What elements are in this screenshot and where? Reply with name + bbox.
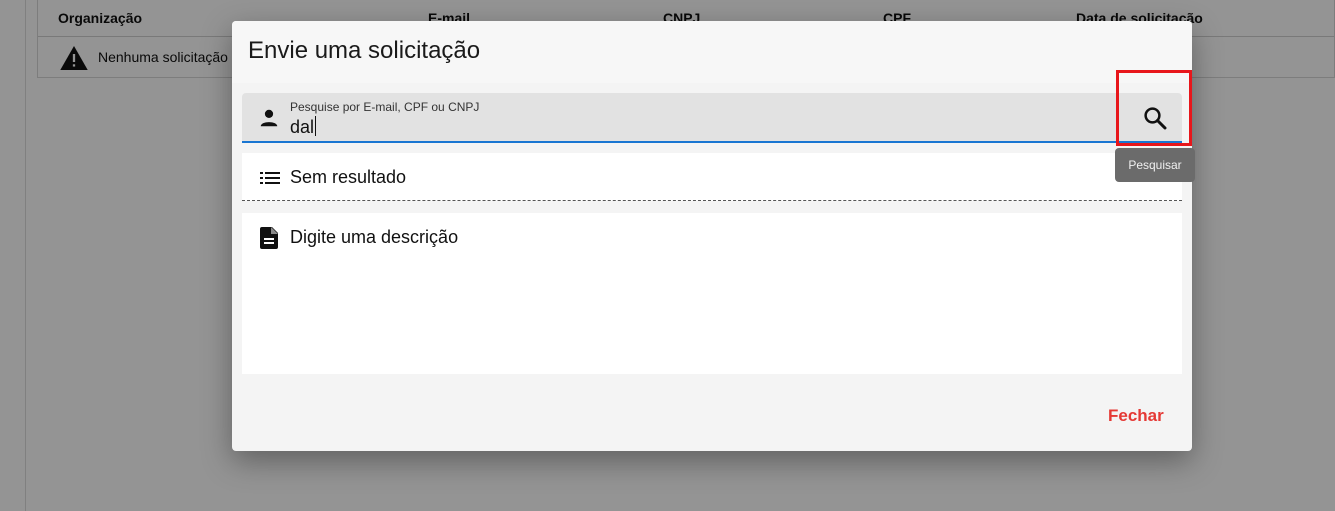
search-icon[interactable] — [1140, 103, 1170, 133]
search-result-card: Sem resultado — [242, 153, 1182, 201]
result-text: Sem resultado — [290, 167, 407, 187]
search-tooltip: Pesquisar — [1115, 148, 1195, 182]
description-field[interactable]: Digite uma descrição — [242, 213, 1182, 374]
search-input-value[interactable]: dal — [290, 116, 317, 138]
dialog-title: Envie uma solicitação — [248, 37, 481, 64]
description-placeholder: Digite uma descrição — [290, 227, 459, 247]
send-request-dialog: Envie uma solicitação Pesquise por E-mai… — [232, 21, 1192, 451]
close-button[interactable]: Fechar — [1108, 406, 1164, 426]
person-icon — [260, 109, 278, 127]
search-input-label: Pesquise por E-mail, CPF ou CNPJ — [290, 100, 480, 114]
search-input[interactable]: Pesquise por E-mail, CPF ou CNPJ dal — [242, 93, 1182, 143]
document-icon — [260, 227, 278, 249]
list-icon — [260, 172, 280, 184]
text-caret — [315, 116, 317, 136]
